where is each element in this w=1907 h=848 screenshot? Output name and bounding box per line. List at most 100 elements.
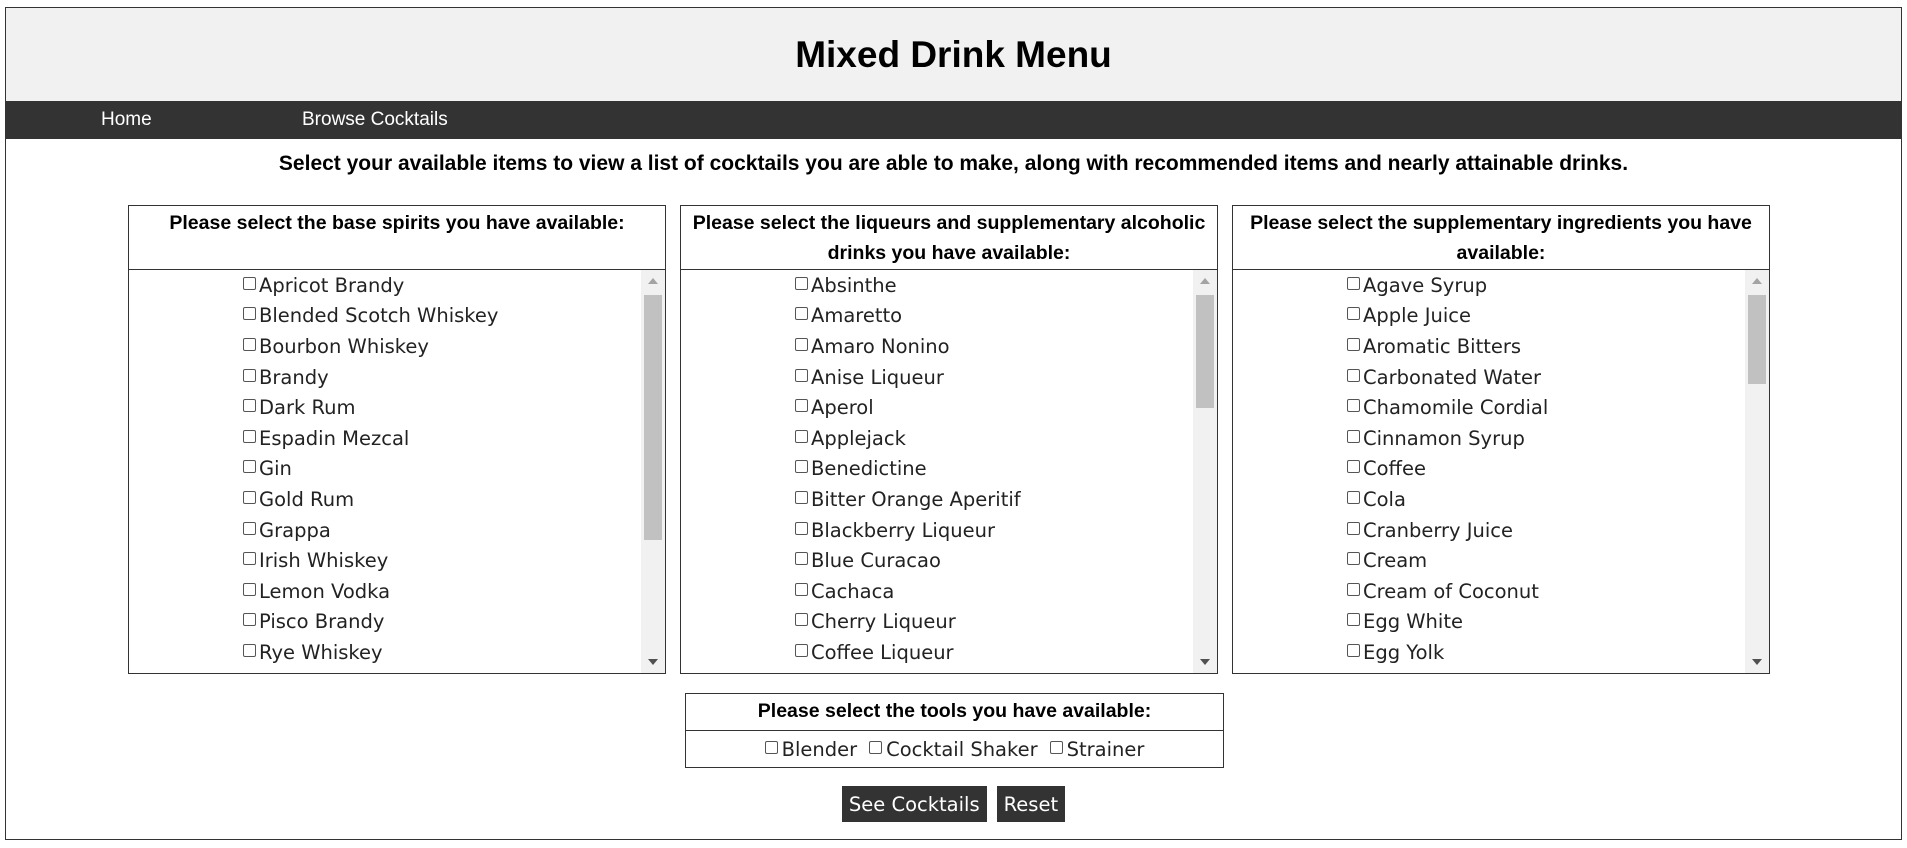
- liqueur-option[interactable]: Cherry Liqueur: [681, 607, 1193, 638]
- checkbox[interactable]: [1347, 429, 1360, 443]
- checkbox[interactable]: [795, 613, 808, 627]
- see-cocktails-button[interactable]: See Cocktails: [841, 786, 987, 822]
- checkbox[interactable]: [1347, 521, 1360, 535]
- checkbox[interactable]: [1347, 643, 1360, 657]
- scroll-down-icon[interactable]: [641, 651, 665, 673]
- checkbox[interactable]: [243, 460, 256, 474]
- spirit-option[interactable]: Gold Rum: [129, 484, 641, 515]
- checkbox[interactable]: [243, 276, 256, 290]
- liqueur-option[interactable]: Amaro Nonino: [681, 331, 1193, 362]
- checkbox[interactable]: [1347, 399, 1360, 413]
- checkbox[interactable]: [795, 307, 808, 321]
- spirit-option[interactable]: Gin: [129, 454, 641, 485]
- checkbox[interactable]: [1347, 582, 1360, 596]
- ingredient-option[interactable]: Cream: [1233, 545, 1745, 576]
- scroll-down-icon[interactable]: [1193, 651, 1217, 673]
- checkbox[interactable]: [243, 643, 256, 657]
- checkbox[interactable]: [764, 740, 778, 754]
- checkbox[interactable]: [795, 337, 808, 351]
- checkbox[interactable]: [243, 552, 256, 566]
- spirits-list-box[interactable]: Apricot Brandy Blended Scotch Whiskey Bour…: [129, 270, 665, 673]
- ingredient-option[interactable]: Coffee: [1233, 454, 1745, 485]
- checkbox[interactable]: [1347, 307, 1360, 321]
- scroll-thumb[interactable]: [1196, 295, 1214, 408]
- ingredients-list-box[interactable]: Agave Syrup Apple Juice Aromatic Bitters Ca…: [1233, 270, 1769, 673]
- ingredient-option[interactable]: Cranberry Juice: [1233, 515, 1745, 546]
- spirit-option[interactable]: Rye Whiskey: [129, 637, 641, 668]
- checkbox[interactable]: [1347, 552, 1360, 566]
- spirit-option[interactable]: Blended Scotch Whiskey: [129, 301, 641, 332]
- ingredient-option[interactable]: Agave Syrup: [1233, 270, 1745, 301]
- spirit-option[interactable]: Pisco Brandy: [129, 607, 641, 638]
- liqueur-option[interactable]: Bitter Orange Aperitif: [681, 484, 1193, 515]
- ingredient-option[interactable]: Egg Yolk: [1233, 637, 1745, 668]
- ingredient-option[interactable]: Apple Juice: [1233, 301, 1745, 332]
- nav-home-link[interactable]: Home: [101, 101, 152, 139]
- spirit-option[interactable]: Brandy: [129, 362, 641, 393]
- scroll-thumb[interactable]: [1748, 295, 1766, 384]
- scroll-thumb[interactable]: [644, 295, 662, 540]
- tool-cocktail-shaker-option[interactable]: Cocktail Shaker: [869, 738, 1038, 761]
- ingredient-option[interactable]: Cream of Coconut: [1233, 576, 1745, 607]
- tool-blender-option[interactable]: Blender: [764, 738, 857, 761]
- scroll-up-icon[interactable]: [641, 270, 665, 292]
- scroll-up-icon[interactable]: [1193, 270, 1217, 292]
- nav-browse-cocktails-link[interactable]: Browse Cocktails: [302, 101, 448, 139]
- checkbox[interactable]: [795, 429, 808, 443]
- liqueurs-list-box[interactable]: Absinthe Amaretto Amaro Nonino Anise Liqueu…: [681, 270, 1217, 673]
- spirit-option[interactable]: Lemon Vodka: [129, 576, 641, 607]
- liqueurs-scrollbar[interactable]: [1193, 270, 1217, 673]
- checkbox[interactable]: [1347, 460, 1360, 474]
- checkbox[interactable]: [795, 552, 808, 566]
- checkbox[interactable]: [795, 368, 808, 382]
- liqueur-option[interactable]: Amaretto: [681, 301, 1193, 332]
- liqueur-option[interactable]: Applejack: [681, 423, 1193, 454]
- liqueur-option[interactable]: Benedictine: [681, 454, 1193, 485]
- ingredient-option[interactable]: Carbonated Water: [1233, 362, 1745, 393]
- checkbox[interactable]: [795, 399, 808, 413]
- liqueur-option[interactable]: Coffee Liqueur: [681, 637, 1193, 668]
- checkbox[interactable]: [795, 521, 808, 535]
- checkbox[interactable]: [795, 582, 808, 596]
- ingredient-option[interactable]: Chamomile Cordial: [1233, 392, 1745, 423]
- ingredient-option[interactable]: Cola: [1233, 484, 1745, 515]
- ingredient-option[interactable]: Egg White: [1233, 607, 1745, 638]
- spirit-option[interactable]: Dark Rum: [129, 392, 641, 423]
- checkbox[interactable]: [1347, 276, 1360, 290]
- checkbox[interactable]: [243, 399, 256, 413]
- scroll-up-icon[interactable]: [1745, 270, 1769, 292]
- tool-strainer-option[interactable]: Strainer: [1049, 738, 1144, 761]
- checkbox[interactable]: [795, 460, 808, 474]
- liqueur-option[interactable]: Aperol: [681, 392, 1193, 423]
- ingredient-option[interactable]: Cinnamon Syrup: [1233, 423, 1745, 454]
- scroll-down-icon[interactable]: [1745, 651, 1769, 673]
- checkbox[interactable]: [243, 613, 256, 627]
- checkbox[interactable]: [1049, 740, 1063, 754]
- liqueur-option[interactable]: Blue Curacao: [681, 545, 1193, 576]
- checkbox[interactable]: [243, 429, 256, 443]
- checkbox[interactable]: [1347, 490, 1360, 504]
- spirit-option[interactable]: Bourbon Whiskey: [129, 331, 641, 362]
- liqueur-option[interactable]: Cachaca: [681, 576, 1193, 607]
- reset-button[interactable]: Reset: [996, 786, 1066, 822]
- spirit-option[interactable]: Irish Whiskey: [129, 545, 641, 576]
- checkbox[interactable]: [243, 582, 256, 596]
- spirits-scrollbar[interactable]: [641, 270, 665, 673]
- checkbox[interactable]: [243, 368, 256, 382]
- checkbox[interactable]: [795, 490, 808, 504]
- ingredients-scrollbar[interactable]: [1745, 270, 1769, 673]
- liqueur-option[interactable]: Blackberry Liqueur: [681, 515, 1193, 546]
- checkbox[interactable]: [869, 740, 883, 754]
- checkbox[interactable]: [1347, 337, 1360, 351]
- checkbox[interactable]: [243, 521, 256, 535]
- checkbox[interactable]: [1347, 613, 1360, 627]
- liqueur-option[interactable]: Absinthe: [681, 270, 1193, 301]
- spirit-option[interactable]: Grappa: [129, 515, 641, 546]
- checkbox[interactable]: [243, 490, 256, 504]
- spirit-option[interactable]: Espadin Mezcal: [129, 423, 641, 454]
- liqueur-option[interactable]: Anise Liqueur: [681, 362, 1193, 393]
- checkbox[interactable]: [243, 307, 256, 321]
- checkbox[interactable]: [1347, 368, 1360, 382]
- ingredient-option[interactable]: Aromatic Bitters: [1233, 331, 1745, 362]
- checkbox[interactable]: [243, 337, 256, 351]
